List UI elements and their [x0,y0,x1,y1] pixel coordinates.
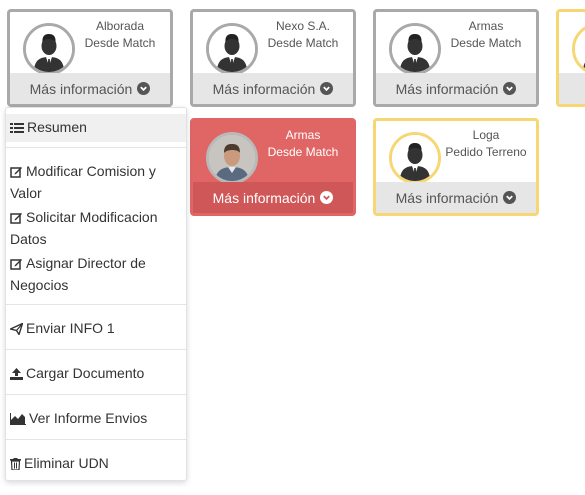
client-card-alborada[interactable]: Alborada Desde Match Más información [7,9,173,107]
menu-item-label: Modificar Comision y Valor [10,163,156,201]
more-info-label: Más información [212,80,316,97]
user-silhouette-icon [206,23,258,75]
more-info-button[interactable]: Más información [193,73,353,104]
user-silhouette-icon [572,23,585,75]
client-card-armas-active[interactable]: Armas Desde Match Más información [190,118,356,216]
menu-divider [6,304,186,305]
more-info-label: Más información [395,80,499,97]
chevron-circle-down-icon [503,191,517,204]
menu-item-label: Cargar Documento [26,365,145,381]
upload-icon [10,365,23,385]
client-name: Loga [472,128,500,142]
client-card-loga[interactable]: Loga Pedido Terreno Más información [373,118,539,216]
user-silhouette-icon [23,23,75,75]
client-name: Alborada [95,19,145,33]
client-name: Armas [285,128,321,142]
client-card-armas[interactable]: Armas Desde Match Más información [373,9,539,107]
menu-item-label: Enviar INFO 1 [26,320,115,336]
more-info-button[interactable]: Más información [10,73,170,104]
client-status: Pedido Terreno [445,145,527,159]
menu-item-enviar-info[interactable]: Enviar INFO 1 [6,318,186,340]
menu-item-label: Resumen [27,119,87,135]
menu-item-label: Solicitar Modificacion Datos [10,209,158,247]
menu-item-label: Asignar Director de Negocios [10,255,146,293]
client-status: Desde Match [84,36,156,50]
send-icon [8,320,24,340]
more-info-button[interactable]: Más información [376,73,536,104]
menu-item-resumen[interactable]: Resumen [6,114,186,142]
user-photo [206,132,258,184]
client-status: Desde Match [267,145,339,159]
client-status: Desde Match [267,36,339,50]
chevron-circle-down-icon [503,82,517,95]
chevron-circle-down-icon [137,82,151,95]
more-info-button[interactable]: Más información [193,182,353,213]
more-info-label: Más información [29,80,133,97]
client-card-partial[interactable] [556,9,585,107]
menu-item-ver-informe[interactable]: Ver Informe Envios [6,408,186,430]
edit-icon [10,209,23,229]
menu-item-label: Ver Informe Envios [29,410,148,426]
list-icon [10,119,24,139]
user-silhouette-icon [389,132,441,184]
client-card-nexo[interactable]: Nexo S.A. Desde Match Más información [190,9,356,107]
more-info-label: Más información [395,189,499,206]
more-info-button[interactable]: Más información [376,182,536,213]
chevron-circle-down-icon [320,191,334,204]
menu-divider [6,147,186,148]
menu-item-asignar-director[interactable]: Asignar Director de Negocios [6,253,186,295]
client-status: Desde Match [450,36,522,50]
chevron-circle-down-icon [320,82,334,95]
more-info-button[interactable] [559,73,585,104]
actions-dropdown-menu: Resumen Modificar Comision y Valor Solic… [5,107,187,481]
area-chart-icon [10,410,26,430]
trash-icon [10,455,21,475]
menu-divider [6,349,186,350]
client-name: Nexo S.A. [275,19,331,33]
menu-item-label: Eliminar UDN [24,455,109,471]
edit-icon [10,163,23,183]
menu-item-modificar-comision[interactable]: Modificar Comision y Valor [6,161,186,203]
menu-divider [6,394,186,395]
menu-item-solicitar-modificacion[interactable]: Solicitar Modificacion Datos [6,207,186,249]
more-info-label: Más información [212,189,316,206]
user-silhouette-icon [389,23,441,75]
client-name: Armas [468,19,504,33]
menu-item-cargar-documento[interactable]: Cargar Documento [6,363,186,385]
menu-item-eliminar-udn[interactable]: Eliminar UDN [6,453,186,475]
edit-icon [10,255,23,275]
menu-divider [6,439,186,440]
